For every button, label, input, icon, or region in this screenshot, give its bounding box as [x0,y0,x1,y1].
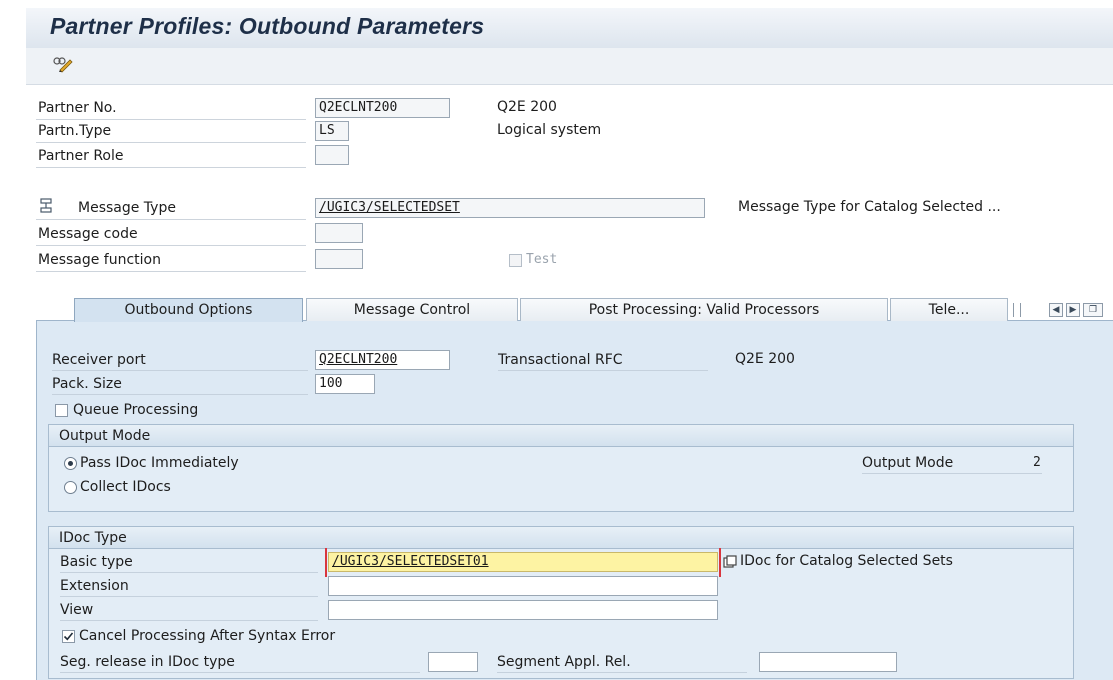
cancel-processing-label: Cancel Processing After Syntax Error [79,628,336,644]
message-code-label: Message code [38,226,138,242]
output-mode-label: Output Mode [862,453,1042,474]
tab-scroll-right-icon[interactable]: ▶ [1066,303,1080,317]
partner-no-label: Partner No. [38,100,117,116]
partn-type-field[interactable]: LS [315,121,349,141]
tab-tele[interactable]: Tele... [890,298,1008,321]
message-type-label: Message Type [78,200,176,216]
segment-appl-rel-label: Segment Appl. Rel. [497,652,747,673]
extension-field[interactable] [328,576,718,596]
partner-no-label-cell: Partner No. [36,97,306,120]
queue-processing-label: Queue Processing [73,402,199,418]
output-mode-title: Output Mode [59,428,151,444]
partner-role-field[interactable] [315,145,349,165]
pack-size-field[interactable]: 100 [315,374,375,394]
extension-label: Extension [60,576,318,597]
partner-no-field[interactable]: Q2ECLNT200 [315,98,450,118]
idoc-type-header: IDoc Type [49,527,1073,549]
tab-list-icon[interactable]: ❐ [1083,303,1103,317]
view-label: View [60,600,318,621]
message-code-label-cell: Message code [36,223,306,246]
message-function-label-cell: Message function [36,249,306,272]
page-title: Partner Profiles: Outbound Parameters [50,13,485,39]
partner-role-label: Partner Role [38,148,124,164]
application-toolbar [26,48,1113,85]
message-type-field[interactable]: /UGIC3/SELECTEDSET [315,198,705,218]
message-type-hierarchy-icon[interactable] [40,198,54,218]
segment-appl-rel-field[interactable] [759,652,897,672]
idoc-type-title: IDoc Type [59,530,127,546]
copy-icon[interactable] [723,555,737,569]
tab-scroll-separator [1013,303,1021,317]
test-label: Test [526,252,558,267]
output-mode-header: Output Mode [49,425,1073,447]
partner-role-label-cell: Partner Role [36,145,306,168]
partner-no-desc: Q2E 200 [497,99,557,115]
pass-idoc-immediately-radio[interactable] [64,457,77,470]
queue-processing-checkbox[interactable] [55,404,68,417]
view-field[interactable] [328,600,718,620]
partn-type-label-cell: Partn.Type [36,120,306,143]
tab-message-control[interactable]: Message Control [306,298,518,321]
seg-release-field[interactable] [428,652,478,672]
message-function-label: Message function [38,252,161,268]
output-mode-value: 2 [1033,455,1041,470]
basic-type-field[interactable]: /UGIC3/SELECTEDSET01 [328,552,718,572]
partn-type-desc: Logical system [497,122,602,138]
collect-idocs-radio[interactable] [64,481,77,494]
receiver-port-label: Receiver port [52,350,308,371]
message-function-field[interactable] [315,249,363,269]
tab-post-processing[interactable]: Post Processing: Valid Processors [520,298,888,321]
cancel-processing-checkbox[interactable] [62,630,75,643]
test-checkbox[interactable] [509,254,522,267]
receiver-port-type: Transactional RFC [498,350,708,371]
collect-idocs-label: Collect IDocs [80,479,171,495]
display-change-icon[interactable] [52,55,74,73]
tab-outbound-options[interactable]: Outbound Options [74,298,303,322]
basic-type-label: Basic type [60,552,318,573]
tab-scroll-left-icon[interactable]: ◀ [1049,303,1063,317]
seg-release-label: Seg. release in IDoc type [60,652,420,673]
basic-type-desc: IDoc for Catalog Selected Sets [740,553,953,569]
message-type-label-cell: Message Type [36,197,306,220]
pack-size-label: Pack. Size [52,374,308,395]
partn-type-label: Partn.Type [38,123,112,139]
pass-idoc-immediately-label: Pass IDoc Immediately [80,455,239,471]
receiver-port-field[interactable]: Q2ECLNT200 [315,350,450,370]
message-code-field[interactable] [315,223,363,243]
receiver-port-desc: Q2E 200 [735,351,795,367]
message-type-desc: Message Type for Catalog Selected ... [738,199,1001,215]
